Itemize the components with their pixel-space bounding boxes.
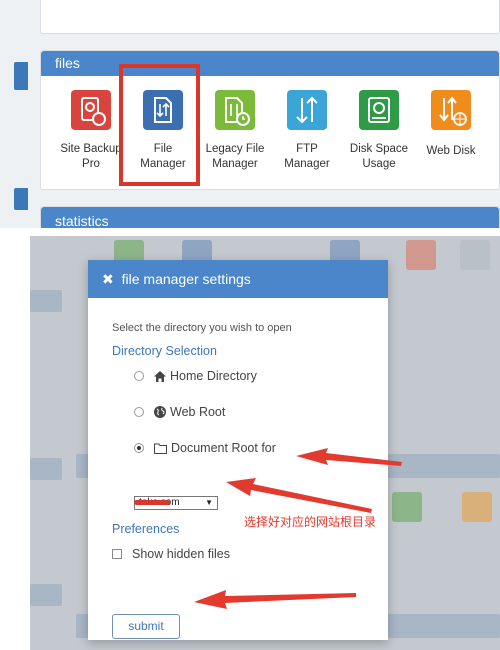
annotation-arrows (194, 448, 402, 609)
arrow-to-document-root (296, 448, 402, 466)
arrow-to-submit-button (194, 590, 356, 609)
annotation-note: 选择好对应的网站根目录 (244, 515, 377, 529)
arrow-to-domain-select (226, 478, 372, 513)
